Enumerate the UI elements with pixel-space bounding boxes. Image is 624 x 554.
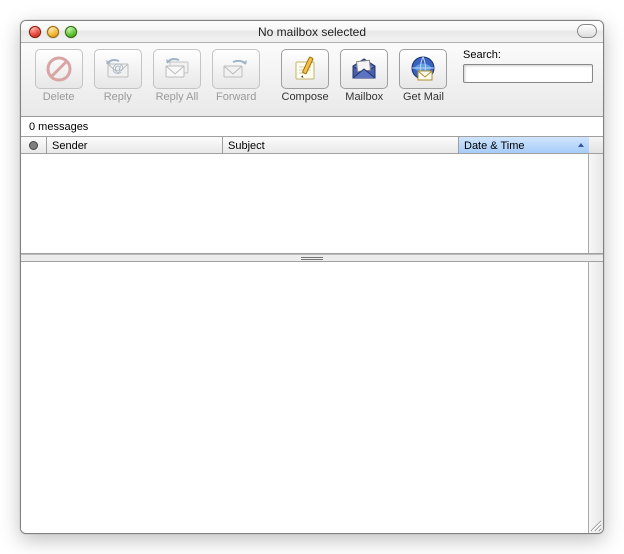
window-title: No mailbox selected	[21, 25, 603, 39]
close-button[interactable]	[29, 26, 41, 38]
message-count: 0 messages	[29, 121, 88, 133]
reply-all-label: Reply All	[156, 92, 199, 103]
column-date[interactable]: Date & Time	[459, 137, 589, 153]
forward-button: Forward	[209, 49, 264, 103]
mailbox-button[interactable]: Mailbox	[337, 49, 392, 103]
pane-splitter[interactable]	[21, 254, 603, 262]
column-scroll-spacer	[589, 137, 603, 153]
delete-icon	[35, 49, 83, 89]
resize-handle[interactable]	[588, 518, 602, 532]
get-mail-label: Get Mail	[403, 92, 444, 103]
reply-icon: @	[94, 49, 142, 89]
column-flag[interactable]	[21, 137, 47, 153]
message-list[interactable]	[21, 154, 603, 254]
toolbar: Delete @ Reply Reply All Forward Co	[21, 43, 603, 117]
delete-button: Delete	[31, 49, 86, 103]
status-bar: 0 messages	[21, 117, 603, 137]
reply-all-icon	[153, 49, 201, 89]
preview-scrollbar[interactable]	[588, 262, 603, 533]
mailbox-icon	[340, 49, 388, 89]
search-area: Search:	[455, 49, 593, 83]
titlebar: No mailbox selected	[21, 21, 603, 43]
window-controls	[21, 26, 77, 38]
reply-button: @ Reply	[90, 49, 145, 103]
delete-label: Delete	[43, 92, 75, 103]
get-mail-button[interactable]: Get Mail	[396, 49, 451, 103]
compose-button[interactable]: Compose	[277, 49, 332, 103]
reply-label: Reply	[104, 92, 132, 103]
svg-text:@: @	[112, 61, 124, 75]
preview-pane	[21, 262, 603, 533]
compose-label: Compose	[282, 92, 329, 103]
column-sender[interactable]: Sender	[47, 137, 223, 153]
reply-all-button: Reply All	[149, 49, 204, 103]
zoom-button[interactable]	[65, 26, 77, 38]
forward-icon	[212, 49, 260, 89]
list-scrollbar[interactable]	[588, 154, 603, 253]
column-subject[interactable]: Subject	[223, 137, 459, 153]
mail-window: No mailbox selected Delete @ Reply Reply…	[20, 20, 604, 534]
minimize-button[interactable]	[47, 26, 59, 38]
bullet-icon	[28, 140, 39, 151]
search-input[interactable]	[463, 64, 593, 83]
forward-label: Forward	[216, 92, 256, 103]
column-headers: Sender Subject Date & Time	[21, 137, 603, 154]
mailbox-label: Mailbox	[345, 92, 383, 103]
sort-ascending-icon	[577, 141, 585, 149]
compose-icon	[281, 49, 329, 89]
search-label: Search:	[463, 49, 593, 61]
toolbar-toggle-button[interactable]	[577, 24, 597, 38]
splitter-grip-icon	[301, 257, 323, 260]
get-mail-icon	[399, 49, 447, 89]
